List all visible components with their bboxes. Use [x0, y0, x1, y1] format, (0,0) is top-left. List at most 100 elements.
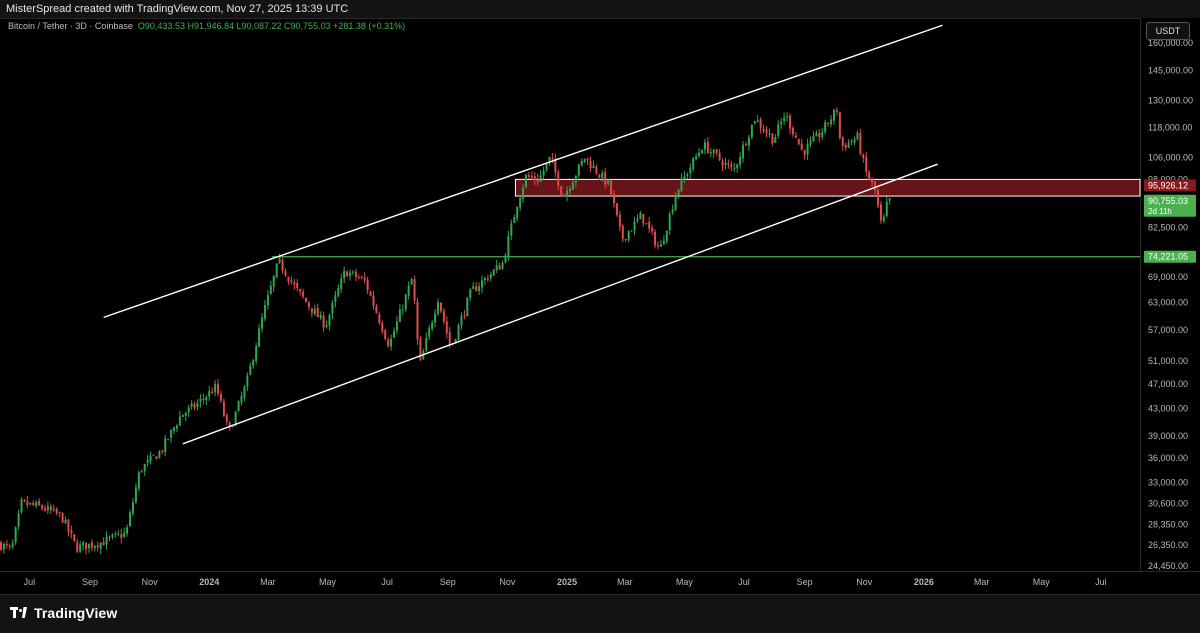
- candle-body: [8, 545, 11, 547]
- tradingview-logo[interactable]: TradingView: [10, 605, 117, 621]
- candle-body: [786, 115, 789, 117]
- candle-body: [269, 285, 272, 294]
- candle-body: [522, 187, 525, 199]
- candle-body: [105, 536, 108, 545]
- attribution-bar: MisterSpread created with TradingView.co…: [0, 0, 1200, 19]
- candle-body: [859, 132, 862, 154]
- candle-body: [290, 280, 293, 282]
- candle-body: [149, 455, 152, 462]
- candle-body: [240, 396, 243, 403]
- candle-body: [780, 121, 783, 125]
- candle-body: [686, 174, 689, 176]
- candle-body: [856, 132, 859, 140]
- candle-body: [492, 269, 495, 276]
- candle-body: [612, 193, 615, 204]
- candle-body: [700, 150, 703, 154]
- chart-frame: MisterSpread created with TradingView.co…: [0, 0, 1200, 633]
- candle-body: [266, 294, 269, 306]
- candle-body: [821, 132, 824, 138]
- candle-body: [727, 163, 730, 165]
- candle-body: [771, 133, 774, 144]
- candle-body: [809, 140, 812, 145]
- y-tick-label: 145,000.00: [1148, 65, 1193, 75]
- candle-body: [783, 117, 786, 122]
- price-label-countdown: 2d 11h: [1148, 207, 1172, 216]
- x-tick-label: 2024: [199, 577, 219, 587]
- candle-body: [319, 314, 322, 318]
- candle-body: [888, 198, 891, 201]
- candle-body: [287, 277, 290, 282]
- candle-body: [334, 295, 337, 302]
- candle-body: [222, 401, 225, 416]
- candle-body: [123, 532, 126, 537]
- candle-body: [483, 278, 486, 280]
- candle-body: [448, 332, 451, 345]
- candle-body: [680, 178, 683, 191]
- candle-body: [533, 176, 536, 180]
- candle-body: [439, 302, 442, 312]
- candle-body: [442, 310, 445, 322]
- candle-body: [29, 502, 32, 505]
- candle-body: [61, 512, 64, 523]
- currency-selector[interactable]: USDT: [1146, 22, 1190, 40]
- candle-body: [275, 263, 278, 278]
- candle-body: [762, 129, 765, 131]
- y-tick-label: 43,000.00: [1148, 404, 1188, 414]
- candle-body: [363, 277, 366, 281]
- candle-body: [830, 119, 833, 125]
- tradingview-mark-icon: [10, 606, 28, 620]
- candle-body: [67, 519, 70, 532]
- candle-body: [818, 133, 821, 138]
- x-tick-label: May: [676, 577, 694, 587]
- candle-body: [302, 291, 305, 297]
- candle-body: [654, 231, 657, 246]
- candle-body: [627, 231, 630, 240]
- y-tick-label: 57,000.00: [1148, 325, 1188, 335]
- candle-body: [214, 383, 217, 393]
- candle-body: [592, 165, 595, 169]
- candle-body: [618, 214, 621, 227]
- x-tick-label: May: [319, 577, 337, 587]
- candle-body: [712, 149, 715, 154]
- candle-body: [709, 151, 712, 154]
- candle-body: [815, 133, 818, 137]
- candle-body: [158, 451, 161, 458]
- candle-body: [756, 120, 759, 122]
- candle-body: [800, 143, 803, 150]
- candle-body: [874, 181, 877, 191]
- candle-body: [108, 536, 111, 538]
- candle-body: [261, 317, 264, 329]
- candle-body: [633, 221, 636, 231]
- candle-body: [184, 412, 187, 416]
- candle-body: [668, 213, 671, 231]
- candle-body: [46, 506, 49, 511]
- candle-body: [736, 164, 739, 169]
- candle-body: [566, 190, 569, 197]
- candle-body: [393, 331, 396, 338]
- candle-body: [26, 501, 29, 506]
- price-label-text: 74,221.05: [1148, 252, 1188, 262]
- candle-body: [695, 156, 698, 160]
- candle-body: [827, 122, 830, 124]
- price-chart[interactable]: 160,000.00145,000.00130,000.00118,000.00…: [0, 18, 1200, 594]
- candle-body: [307, 302, 310, 308]
- candle-body: [35, 502, 38, 507]
- candle-body: [486, 278, 489, 280]
- candle-body: [428, 328, 431, 337]
- candle-body: [876, 190, 879, 206]
- candle-body: [569, 188, 571, 191]
- candle-body: [140, 471, 143, 473]
- candle-body: [23, 499, 26, 501]
- candle-body: [129, 512, 132, 526]
- y-tick-label: 82,500.00: [1148, 222, 1188, 232]
- x-tick-label: Mar: [260, 577, 276, 587]
- candle-body: [120, 534, 123, 538]
- candle-body: [580, 160, 583, 166]
- candle-body: [231, 426, 234, 428]
- candle-body: [662, 240, 665, 245]
- candle-body: [351, 271, 354, 273]
- candle-body: [868, 172, 871, 180]
- candle-body: [32, 502, 35, 505]
- candle-body: [434, 313, 437, 323]
- candle-body: [507, 235, 510, 257]
